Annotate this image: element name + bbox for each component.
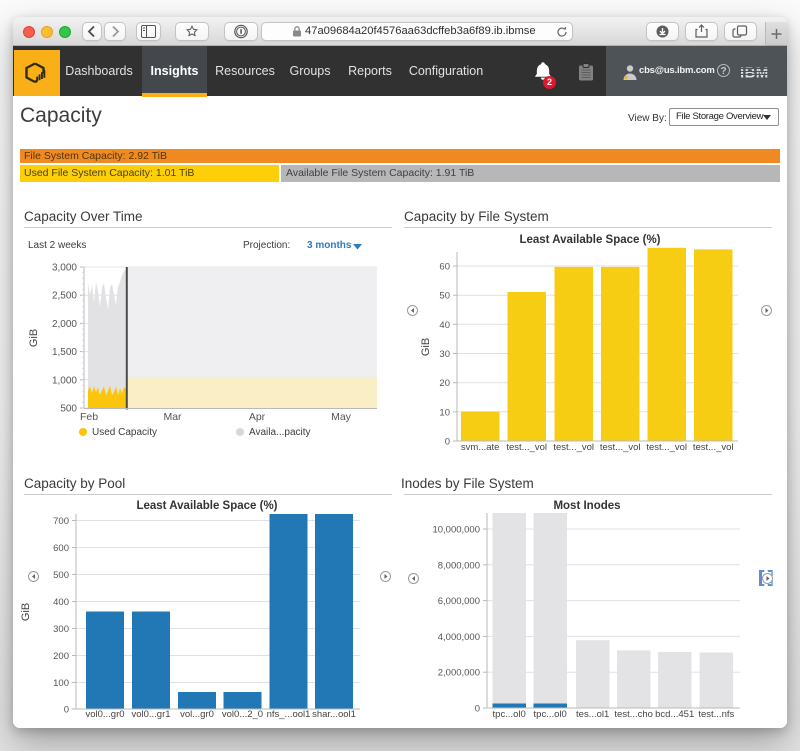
svg-text:nfs_...ool1: nfs_...ool1 bbox=[267, 709, 311, 720]
svg-text:2,000,000: 2,000,000 bbox=[438, 668, 480, 679]
svg-text:6,000,000: 6,000,000 bbox=[438, 596, 480, 607]
svg-text:Mar: Mar bbox=[163, 411, 182, 423]
svg-text:May: May bbox=[331, 411, 352, 423]
svg-text:tes...ol1: tes...ol1 bbox=[576, 709, 609, 720]
svg-text:2,500: 2,500 bbox=[52, 291, 77, 302]
svg-text:2,000: 2,000 bbox=[52, 319, 77, 330]
svg-text:3,000: 3,000 bbox=[52, 263, 77, 274]
svg-text:vol0...gr0: vol0...gr0 bbox=[85, 709, 124, 720]
svg-text:test..._vol: test..._vol bbox=[693, 442, 734, 453]
svg-text:Apr: Apr bbox=[249, 411, 266, 423]
svg-text:700: 700 bbox=[53, 516, 69, 527]
svg-text:Least Available Space (%): Least Available Space (%) bbox=[519, 234, 660, 246]
svg-text:test..._vol: test..._vol bbox=[646, 442, 687, 453]
svg-text:40: 40 bbox=[439, 320, 450, 331]
svg-text:vol0...gr1: vol0...gr1 bbox=[131, 709, 170, 720]
svg-text:8,000,000: 8,000,000 bbox=[438, 560, 480, 571]
svg-text:30: 30 bbox=[439, 349, 450, 360]
svg-text:bcd...451: bcd...451 bbox=[655, 709, 694, 720]
svg-text:100: 100 bbox=[53, 678, 69, 689]
svg-text:test..._vol: test..._vol bbox=[506, 442, 547, 453]
svg-text:50: 50 bbox=[439, 291, 450, 302]
svg-text:test...cho: test...cho bbox=[614, 709, 653, 720]
svg-text:Most Inodes: Most Inodes bbox=[553, 500, 620, 512]
svg-text:0: 0 bbox=[445, 437, 450, 448]
svg-text:Feb: Feb bbox=[80, 411, 98, 423]
svg-text:test..._vol: test..._vol bbox=[600, 442, 641, 453]
svg-text:0: 0 bbox=[64, 705, 69, 716]
svg-text:IBM: IBM bbox=[740, 65, 769, 82]
svg-text:test..._vol: test..._vol bbox=[553, 442, 594, 453]
svg-text:GiB: GiB bbox=[20, 603, 32, 621]
svg-text:400: 400 bbox=[53, 597, 69, 608]
svg-text:tpc...ol0: tpc...ol0 bbox=[493, 709, 526, 720]
svg-text:vol0...2_0: vol0...2_0 bbox=[222, 709, 263, 720]
svg-text:200: 200 bbox=[53, 651, 69, 662]
svg-text:0: 0 bbox=[475, 704, 480, 715]
svg-text:1,500: 1,500 bbox=[52, 347, 77, 358]
svg-text:300: 300 bbox=[53, 624, 69, 635]
svg-text:GiB: GiB bbox=[420, 338, 432, 356]
svg-text:test...nfs: test...nfs bbox=[698, 709, 734, 720]
svg-text:60: 60 bbox=[439, 262, 450, 273]
svg-text:svm...ate: svm...ate bbox=[461, 442, 500, 453]
svg-text:600: 600 bbox=[53, 543, 69, 554]
svg-text:4,000,000: 4,000,000 bbox=[438, 632, 480, 643]
svg-text:10: 10 bbox=[439, 407, 450, 418]
svg-text:tpc...ol0: tpc...ol0 bbox=[534, 709, 567, 720]
svg-text:vol...gr0: vol...gr0 bbox=[180, 709, 214, 720]
svg-text:20: 20 bbox=[439, 378, 450, 389]
svg-text:1,000: 1,000 bbox=[52, 375, 77, 386]
svg-text:Least Available Space (%): Least Available Space (%) bbox=[136, 500, 277, 512]
svg-text:10,000,000: 10,000,000 bbox=[432, 525, 480, 536]
svg-text:shar...ool1: shar...ool1 bbox=[312, 709, 356, 720]
svg-text:GiB: GiB bbox=[28, 329, 40, 347]
svg-text:500: 500 bbox=[53, 570, 69, 581]
svg-text:500: 500 bbox=[60, 404, 77, 415]
